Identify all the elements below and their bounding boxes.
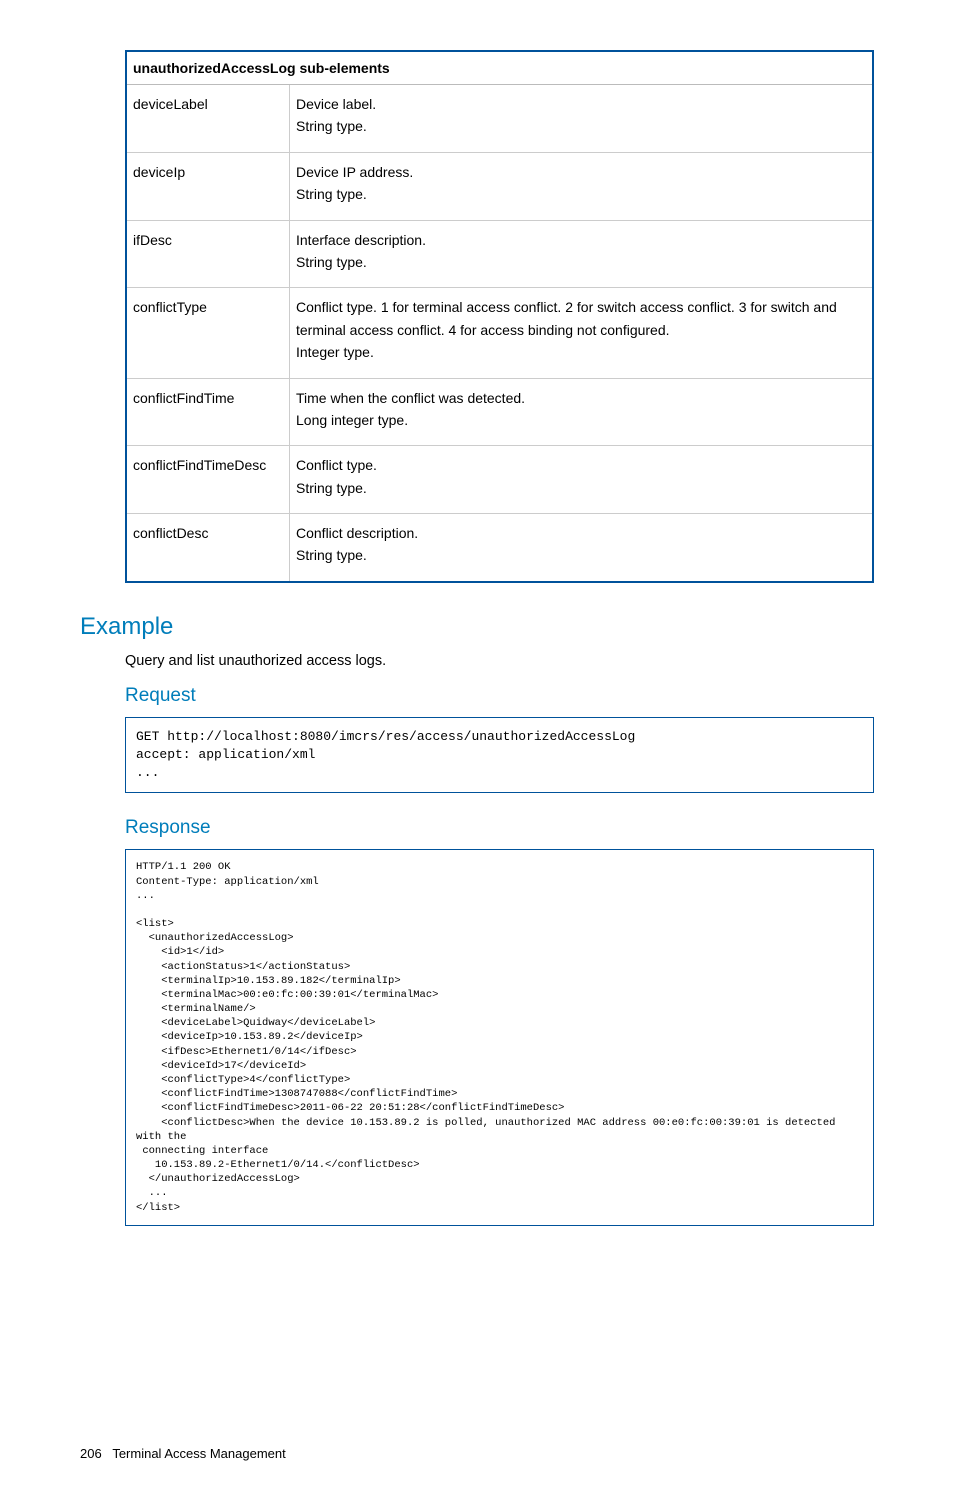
table-row: deviceLabelDevice label.String type. — [126, 85, 873, 153]
element-name: deviceLabel — [126, 85, 290, 153]
request-heading: Request — [125, 685, 874, 707]
table-row: ifDescInterface description.String type. — [126, 220, 873, 288]
example-heading: Example — [80, 613, 874, 641]
element-desc: Conflict type.String type. — [290, 446, 874, 514]
element-desc: Interface description.String type. — [290, 220, 874, 288]
sub-elements-table: unauthorizedAccessLog sub-elements devic… — [125, 50, 874, 583]
table-row: deviceIpDevice IP address.String type. — [126, 152, 873, 220]
example-intro: Query and list unauthorized access logs. — [125, 653, 874, 669]
table-row: conflictFindTimeDescConflict type.String… — [126, 446, 873, 514]
table-row: conflictDescConflict description.String … — [126, 514, 873, 582]
element-desc: Time when the conflict was detected.Long… — [290, 378, 874, 446]
element-name: ifDesc — [126, 220, 290, 288]
footer-section: Terminal Access Management — [112, 1446, 285, 1461]
element-name: conflictFindTime — [126, 378, 290, 446]
element-desc: Conflict type. 1 for terminal access con… — [290, 288, 874, 378]
element-desc: Device label.String type. — [290, 85, 874, 153]
page-number: 206 — [80, 1446, 102, 1461]
response-code: HTTP/1.1 200 OK Content-Type: applicatio… — [125, 849, 874, 1225]
table-header: unauthorizedAccessLog sub-elements — [126, 51, 873, 85]
element-name: conflictType — [126, 288, 290, 378]
element-name: conflictDesc — [126, 514, 290, 582]
page-footer: 206 Terminal Access Management — [80, 1446, 874, 1461]
element-name: deviceIp — [126, 152, 290, 220]
element-desc: Device IP address.String type. — [290, 152, 874, 220]
table-row: conflictTypeConflict type. 1 for termina… — [126, 288, 873, 378]
element-desc: Conflict description.String type. — [290, 514, 874, 582]
response-heading: Response — [125, 817, 874, 839]
request-code: GET http://localhost:8080/imcrs/res/acce… — [125, 717, 874, 794]
table-row: conflictFindTimeTime when the conflict w… — [126, 378, 873, 446]
element-name: conflictFindTimeDesc — [126, 446, 290, 514]
